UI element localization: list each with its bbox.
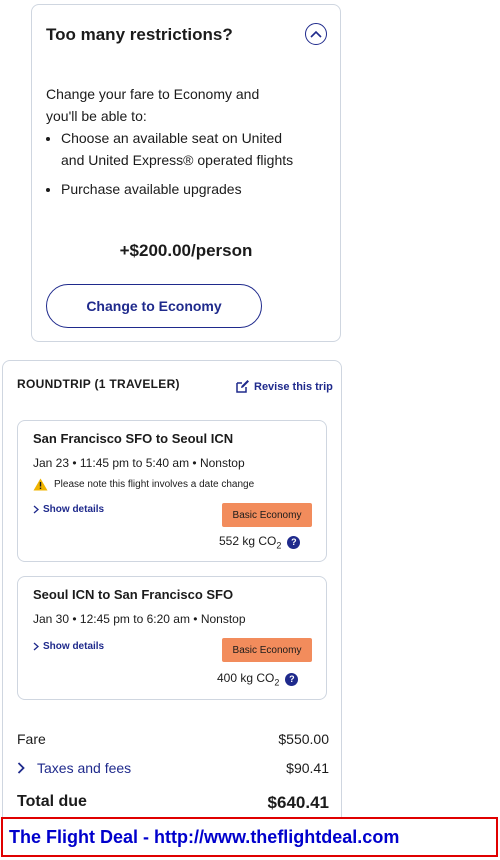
- collapse-button[interactable]: [305, 23, 327, 45]
- upsell-title: Too many restrictions?: [46, 25, 233, 44]
- upsell-intro: Change your fare to Economy and you'll b…: [46, 86, 260, 124]
- fare-label: Fare: [17, 731, 46, 747]
- chevron-right-icon: [33, 642, 39, 651]
- upgrade-price: +$200.00/person: [119, 241, 253, 260]
- taxes-row: Taxes and fees $90.41: [17, 760, 329, 776]
- co2-value: 400 kg CO2: [217, 671, 280, 688]
- flight-segment-outbound: San Francisco SFO to Seoul ICN Jan 23 • …: [17, 420, 327, 562]
- show-details-label: Show details: [43, 504, 105, 515]
- show-details-link[interactable]: Show details: [33, 641, 104, 652]
- chevron-right-icon: [33, 505, 39, 514]
- co2-emissions: 552 kg CO2 ?: [219, 534, 301, 551]
- segment-times: Jan 30 • 12:45 pm to 6:20 am • Nonstop: [33, 612, 246, 626]
- fare-row: Fare $550.00: [17, 731, 329, 747]
- chevron-up-icon: [310, 30, 322, 38]
- trip-summary-card: ROUNDTRIP (1 TRAVELER) Revise this trip …: [2, 360, 342, 830]
- flight-segment-return: Seoul ICN to San Francisco SFO Jan 30 • …: [17, 576, 327, 700]
- banner-text: The Flight Deal - http://www.theflightde…: [9, 826, 400, 847]
- total-label: Total due: [17, 793, 87, 810]
- trip-header: ROUNDTRIP (1 TRAVELER): [17, 377, 180, 391]
- benefit-item: Choose an available seat on United and U…: [61, 127, 301, 171]
- fare-value: $550.00: [278, 731, 329, 747]
- segment-times: Jan 23 • 11:45 pm to 5:40 am • Nonstop: [33, 456, 245, 470]
- co2-emissions: 400 kg CO2 ?: [217, 671, 299, 688]
- warning-icon: [33, 478, 48, 491]
- help-icon[interactable]: ?: [287, 535, 301, 549]
- chevron-right-icon: [17, 762, 25, 774]
- watermark-banner: The Flight Deal - http://www.theflightde…: [1, 817, 498, 857]
- change-to-economy-button[interactable]: Change to Economy: [46, 284, 262, 328]
- fare-class-badge: Basic Economy: [222, 503, 312, 527]
- taxes-toggle[interactable]: Taxes and fees: [17, 760, 131, 776]
- fare-class-badge: Basic Economy: [222, 638, 312, 662]
- date-change-warning: Please note this flight involves a date …: [33, 478, 254, 491]
- segment-route: Seoul ICN to San Francisco SFO: [33, 587, 234, 602]
- help-icon[interactable]: ?: [285, 672, 299, 686]
- total-row: Total due $640.41: [17, 793, 329, 813]
- show-details-label: Show details: [43, 641, 105, 652]
- show-details-link[interactable]: Show details: [33, 504, 104, 515]
- benefit-list: Choose an available seat on United and U…: [46, 127, 301, 207]
- revise-trip-label: Revise this trip: [254, 380, 333, 393]
- taxes-label: Taxes and fees: [37, 760, 132, 776]
- total-value: $640.41: [267, 793, 329, 812]
- revise-trip-link[interactable]: Revise this trip: [235, 379, 333, 394]
- edit-icon: [236, 380, 249, 393]
- upsell-card: Too many restrictions? Change your fare …: [31, 4, 341, 342]
- warning-text: Please note this flight involves a date …: [54, 479, 255, 490]
- taxes-value: $90.41: [286, 760, 329, 776]
- co2-value: 552 kg CO2: [219, 534, 282, 551]
- segment-route: San Francisco SFO to Seoul ICN: [33, 431, 234, 446]
- benefit-item: Purchase available upgrades: [61, 178, 301, 200]
